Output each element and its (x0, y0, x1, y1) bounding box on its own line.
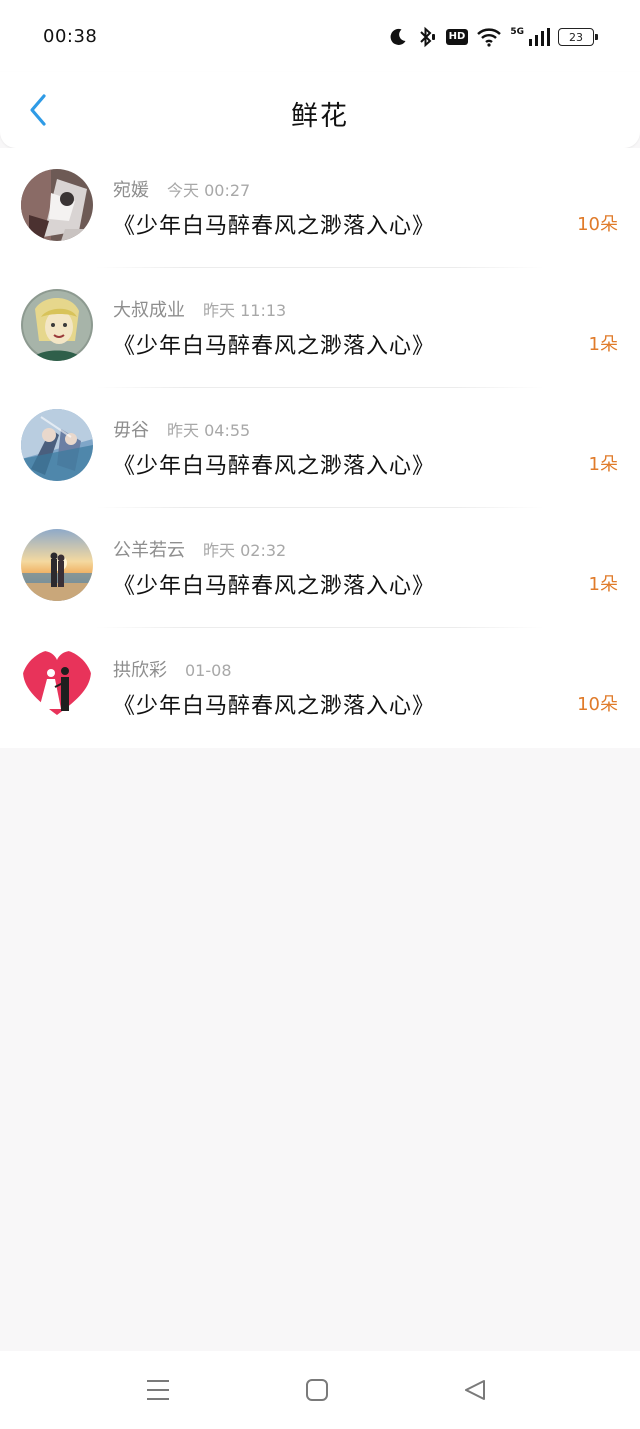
book-title[interactable]: 《少年白马醉春风之渺落入心》 (113, 688, 435, 720)
system-nav-bar (0, 1351, 640, 1429)
meta-line: 毋谷 昨天 04:55 (113, 416, 250, 442)
flower-list: 宛媛 今天 00:27 《少年白马醉春风之渺落入心》 10朵 大叔成业 昨天 1… (0, 148, 640, 748)
user-name[interactable]: 宛媛 (113, 176, 149, 202)
post-time: 今天 00:27 (167, 181, 251, 200)
wifi-icon (476, 27, 502, 47)
meta-line: 拱欣彩 01-08 (113, 656, 232, 682)
menu-button[interactable] (143, 1375, 173, 1405)
moon-icon (388, 27, 408, 47)
battery-icon: 23 (558, 28, 598, 46)
book-title[interactable]: 《少年白马醉春风之渺落入心》 (113, 448, 435, 480)
flower-count: 1朵 (588, 454, 618, 475)
flower-count: 1朵 (588, 574, 618, 595)
status-time: 00:38 (43, 26, 98, 47)
signal-icon (528, 27, 550, 47)
flower-count: 10朵 (577, 694, 618, 715)
hd-icon: HD (445, 29, 469, 45)
user-name[interactable]: 公羊若云 (113, 536, 185, 562)
back-nav-button[interactable] (460, 1375, 490, 1405)
avatar (21, 289, 93, 361)
status-icons: HD 5G 23 (388, 22, 598, 52)
avatar (21, 169, 93, 241)
post-time: 昨天 11:13 (203, 301, 287, 320)
page-title: 鲜花 (291, 101, 349, 132)
list-item[interactable]: 宛媛 今天 00:27 《少年白马醉春风之渺落入心》 10朵 (0, 148, 640, 268)
header: 鲜花 (0, 72, 640, 148)
list-item[interactable]: 大叔成业 昨天 11:13 《少年白马醉春风之渺落入心》 1朵 (0, 268, 640, 388)
home-button[interactable] (302, 1375, 332, 1405)
status-bar: 00:38 HD 5G 23 (0, 0, 640, 72)
network-label: 5G (510, 27, 524, 37)
screen: 00:38 HD 5G 23 鲜花 宛媛 今天 00:27 《少年白马醉春风之渺… (0, 0, 640, 1429)
back-triangle-icon (465, 1380, 485, 1400)
book-title[interactable]: 《少年白马醉春风之渺落入心》 (113, 568, 435, 600)
meta-line: 公羊若云 昨天 02:32 (113, 536, 286, 562)
menu-icon (147, 1380, 169, 1400)
home-square-icon (306, 1379, 328, 1401)
post-time: 昨天 04:55 (167, 421, 251, 440)
book-title[interactable]: 《少年白马醉春风之渺落入心》 (113, 208, 435, 240)
avatar (21, 649, 93, 721)
book-title[interactable]: 《少年白马醉春风之渺落入心》 (113, 328, 435, 360)
user-name[interactable]: 毋谷 (113, 416, 149, 442)
avatar (21, 409, 93, 481)
post-time: 01-08 (185, 661, 232, 680)
flower-count: 1朵 (588, 334, 618, 355)
avatar (21, 529, 93, 601)
bluetooth-icon (416, 26, 438, 48)
flower-count: 10朵 (577, 214, 618, 235)
list-item[interactable]: 拱欣彩 01-08 《少年白马醉春风之渺落入心》 10朵 (0, 628, 640, 748)
list-item[interactable]: 毋谷 昨天 04:55 《少年白马醉春风之渺落入心》 1朵 (0, 388, 640, 508)
list-item[interactable]: 公羊若云 昨天 02:32 《少年白马醉春风之渺落入心》 1朵 (0, 508, 640, 628)
meta-line: 大叔成业 昨天 11:13 (113, 296, 286, 322)
user-name[interactable]: 大叔成业 (113, 296, 185, 322)
user-name[interactable]: 拱欣彩 (113, 656, 167, 682)
meta-line: 宛媛 今天 00:27 (113, 176, 250, 202)
post-time: 昨天 02:32 (203, 541, 287, 560)
battery-level: 23 (569, 30, 583, 44)
